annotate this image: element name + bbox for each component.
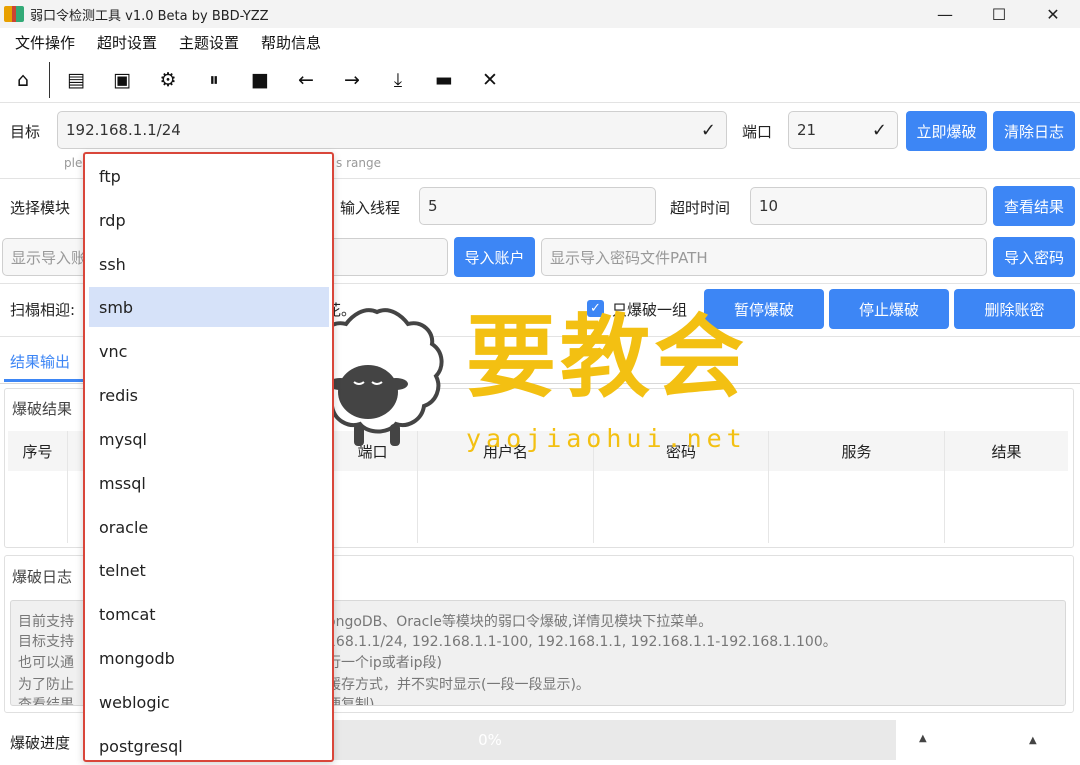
- arrow-right-icon[interactable]: →: [329, 61, 375, 99]
- menu-theme[interactable]: 主题设置: [168, 32, 250, 53]
- threads-input[interactable]: 5: [419, 187, 656, 225]
- threads-label: 输入线程: [340, 199, 401, 217]
- stop-icon[interactable]: ■: [237, 61, 283, 99]
- table-cell: [418, 471, 594, 543]
- column-header[interactable]: 服务: [769, 431, 945, 471]
- download-icon[interactable]: ⤓: [375, 61, 421, 99]
- module-label: 选择模块: [10, 199, 71, 217]
- dropdown-option-postgresql[interactable]: postgresql: [89, 726, 329, 765]
- import-password-button[interactable]: 导入密码: [993, 237, 1075, 277]
- table-cell: [594, 471, 769, 543]
- log-line: 为了防止: [18, 677, 74, 693]
- log-line: 缓存方式，并不实时显示(一段一段显示)。: [327, 677, 590, 693]
- dropdown-option-smb[interactable]: smb: [89, 287, 329, 327]
- window-title: 弱口令检测工具 v1.0 Beta by BBD-YZZ: [30, 8, 269, 24]
- maximize-button[interactable]: ☐: [972, 0, 1026, 28]
- log-line: 行一个ip或者ip段): [327, 655, 443, 671]
- watermark-url: yaojiaohui.net: [466, 424, 747, 453]
- menu-bar: 文件操作 超时设置 主题设置 帮助信息: [0, 28, 1080, 56]
- menu-help[interactable]: 帮助信息: [250, 32, 332, 53]
- log-line: 目前支持: [18, 614, 74, 630]
- port-value: 21: [797, 121, 817, 139]
- dropdown-option-ftp[interactable]: ftp: [89, 156, 329, 196]
- dropdown-option-weblogic[interactable]: weblogic: [89, 682, 329, 722]
- target-label: 目标: [10, 123, 41, 141]
- minimize-button[interactable]: —: [918, 0, 972, 28]
- log-line: 也可以通: [18, 655, 74, 671]
- check-icon: ✓: [871, 120, 887, 141]
- file-icon[interactable]: ▤: [53, 61, 99, 99]
- log-group-title: 爆破日志: [12, 568, 73, 586]
- dropdown-option-vnc[interactable]: vnc: [89, 331, 329, 371]
- dropdown-option-ssh[interactable]: ssh: [89, 244, 329, 284]
- timeout-label: 超时时间: [670, 199, 731, 217]
- dropdown-option-mongodb[interactable]: mongodb: [89, 638, 329, 678]
- gear-icon[interactable]: ⚙: [145, 61, 191, 99]
- home-icon[interactable]: ⌂: [0, 61, 46, 99]
- title-bar: 弱口令检测工具 v1.0 Beta by BBD-YZZ — ☐ ✕: [0, 0, 1080, 28]
- table-cell: [945, 471, 1068, 543]
- spin-up-icon[interactable]: ▲: [1029, 735, 1037, 746]
- app-icon: [4, 6, 24, 22]
- target-hint-left: ple: [64, 156, 83, 170]
- timeout-input[interactable]: 10: [750, 187, 987, 225]
- module-dropdown[interactable]: ftp rdp ssh smb vnc redis mysql mssql or…: [83, 152, 334, 762]
- column-header[interactable]: 结果: [945, 431, 1068, 471]
- trash-icon[interactable]: ▬: [421, 61, 467, 99]
- toolbar: ⌂ ▤ ▣ ⚙ ⏸ ■ ← → ⤓ ▬ ✕: [0, 60, 1080, 100]
- log-line: ongoDB、Oracle等模块的弱口令爆破,详情见模块下拉菜单。: [327, 614, 713, 630]
- port-input[interactable]: 21 ✓: [788, 111, 898, 149]
- delete-credentials-button[interactable]: 删除账密: [954, 289, 1075, 329]
- stop-attack-button[interactable]: 停止爆破: [829, 289, 949, 329]
- threads-value: 5: [428, 197, 438, 215]
- save-icon[interactable]: ▣: [99, 61, 145, 99]
- account-path-placeholder: 显示导入账: [11, 248, 87, 267]
- start-attack-button[interactable]: 立即爆破: [906, 111, 987, 151]
- log-line: 查看结果: [18, 697, 74, 706]
- view-results-button[interactable]: 查看结果: [993, 186, 1075, 226]
- divider: [0, 102, 1080, 103]
- dropdown-option-mysql[interactable]: mysql: [89, 419, 329, 459]
- toolbar-separator: [49, 62, 50, 98]
- watermark-text: 要教会: [466, 304, 748, 410]
- dropdown-option-rdp[interactable]: rdp: [89, 200, 329, 240]
- import-account-button[interactable]: 导入账户: [454, 237, 535, 277]
- dropdown-option-oracle[interactable]: oracle: [89, 507, 329, 547]
- log-line: 168.1.1/24, 192.168.1.1-100, 192.168.1.1…: [327, 634, 837, 650]
- log-line: 便复制): [327, 697, 375, 706]
- dropdown-option-telnet[interactable]: telnet: [89, 550, 329, 590]
- target-input[interactable]: 192.168.1.1/24 ✓: [57, 111, 727, 149]
- column-header[interactable]: 序号: [8, 431, 68, 471]
- tab-results-output[interactable]: 结果输出: [4, 344, 84, 382]
- table-cell: [328, 471, 418, 543]
- dropdown-option-mssql[interactable]: mssql: [89, 463, 329, 503]
- check-icon: ✓: [700, 120, 716, 141]
- progress-label: 爆破进度: [10, 734, 71, 752]
- arrow-left-icon[interactable]: ←: [283, 61, 329, 99]
- port-label: 端口: [742, 123, 773, 141]
- close-window-button[interactable]: ✕: [1026, 0, 1080, 28]
- menu-timeout[interactable]: 超时设置: [86, 32, 168, 53]
- spin-up-icon[interactable]: ▲: [919, 733, 927, 744]
- dropdown-option-tomcat[interactable]: tomcat: [89, 594, 329, 634]
- results-group-title: 爆破结果: [12, 400, 73, 418]
- dropdown-option-redis[interactable]: redis: [89, 375, 329, 415]
- menu-file[interactable]: 文件操作: [4, 32, 86, 53]
- table-cell: [769, 471, 945, 543]
- scan-label: 扫榻相迎:: [10, 301, 76, 319]
- timeout-value: 10: [759, 197, 779, 215]
- password-path-input[interactable]: 显示导入密码文件PATH: [541, 238, 987, 276]
- close-icon[interactable]: ✕: [467, 61, 513, 99]
- password-path-placeholder: 显示导入密码文件PATH: [550, 248, 708, 267]
- target-value: 192.168.1.1/24: [66, 121, 181, 139]
- target-hint-right: s range: [336, 156, 381, 170]
- log-line: 目标支持: [18, 634, 74, 650]
- pause-icon[interactable]: ⏸: [191, 61, 237, 99]
- clear-log-button[interactable]: 清除日志: [993, 111, 1075, 151]
- table-cell: [8, 471, 68, 543]
- window-controls: — ☐ ✕: [918, 0, 1080, 28]
